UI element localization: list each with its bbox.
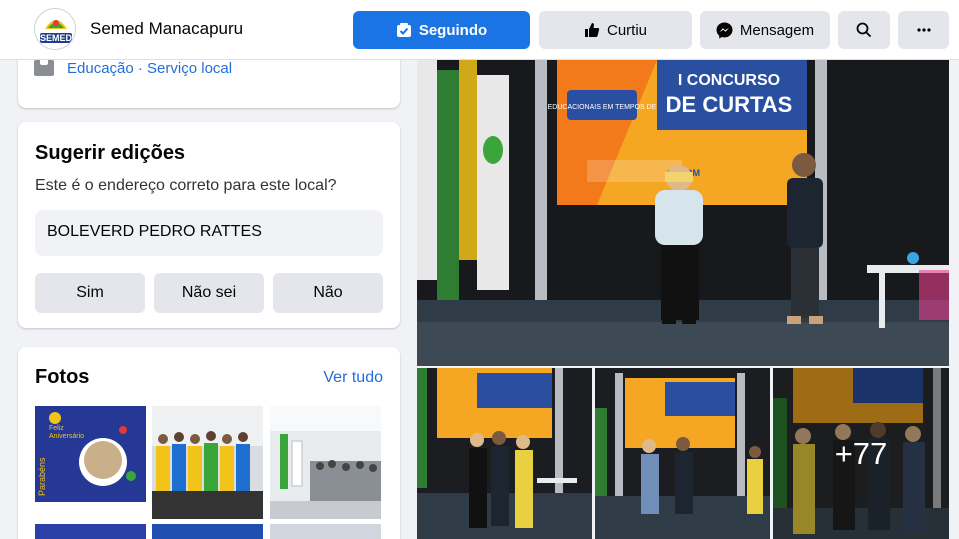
svg-text:DE CURTAS: DE CURTAS bbox=[666, 92, 793, 117]
more-photos-overlay[interactable]: +77 bbox=[773, 368, 949, 539]
stage-photo-image bbox=[595, 368, 770, 539]
answer-yes-button[interactable]: Sim bbox=[35, 273, 145, 313]
ellipsis-icon bbox=[916, 28, 931, 32]
photo-thumbnail[interactable] bbox=[270, 524, 381, 539]
gallery-photo[interactable] bbox=[417, 368, 592, 539]
photo-thumbnail[interactable] bbox=[35, 524, 146, 539]
following-check-icon bbox=[396, 23, 411, 37]
category-link[interactable]: Educação · Serviço local bbox=[67, 60, 232, 77]
photo-thumbnail[interactable] bbox=[152, 524, 263, 539]
more-options-button[interactable] bbox=[898, 11, 949, 49]
photos-title: Fotos bbox=[35, 366, 90, 388]
photos-card: Fotos Ver tudo Feliz Aniversário Parabén… bbox=[18, 347, 400, 539]
page-header-bar: SEMED Semed Manacapuru Seguindo Curtiu M… bbox=[0, 0, 959, 60]
answer-no-button[interactable]: Não bbox=[273, 273, 383, 313]
suggest-edits-title: Sugerir edições bbox=[35, 142, 186, 164]
page-avatar[interactable]: SEMED bbox=[34, 8, 76, 50]
search-icon bbox=[856, 22, 872, 38]
answer-dont-know-button[interactable]: Não sei bbox=[154, 273, 264, 313]
group-photo-image bbox=[152, 406, 263, 519]
svg-text:SEMED: SEMED bbox=[40, 33, 73, 43]
gallery-photo[interactable] bbox=[595, 368, 770, 539]
following-button[interactable]: Seguindo bbox=[353, 11, 530, 49]
svg-text:I CONCURSO: I CONCURSO bbox=[678, 72, 780, 89]
svg-text:Aniversário: Aniversário bbox=[49, 433, 84, 440]
photo-thumbnail[interactable] bbox=[152, 406, 263, 519]
birthday-card-image: Feliz Aniversário Parabéns bbox=[35, 406, 146, 519]
page-name[interactable]: Semed Manacapuru bbox=[90, 19, 243, 39]
liked-button[interactable]: Curtiu bbox=[539, 11, 692, 49]
stage-event-image: I CONCURSO DE CURTAS EDUCACIONAIS EM TEM… bbox=[417, 60, 949, 366]
svg-text:Parabéns: Parabéns bbox=[37, 457, 47, 496]
liked-label: Curtiu bbox=[606, 21, 647, 39]
svg-text:EDUCACIONAIS EM TEMPOS DE: EDUCACIONAIS EM TEMPOS DE bbox=[548, 104, 657, 111]
following-label: Seguindo bbox=[418, 21, 488, 39]
auditorium-photo-image bbox=[270, 406, 381, 519]
see-all-photos-link[interactable]: Ver tudo bbox=[323, 369, 383, 387]
photo-thumbnail[interactable]: Feliz Aniversário Parabéns bbox=[35, 406, 146, 519]
featured-photo[interactable]: I CONCURSO DE CURTAS EDUCACIONAIS EM TEM… bbox=[417, 60, 949, 366]
message-button[interactable]: Mensagem bbox=[700, 11, 830, 49]
svg-text:Feliz: Feliz bbox=[49, 425, 64, 432]
category-icon bbox=[34, 60, 54, 76]
message-label: Mensagem bbox=[739, 21, 815, 39]
stage-photo-image bbox=[417, 368, 592, 539]
gallery-photo-more[interactable]: +77 bbox=[773, 368, 949, 539]
semed-logo-icon: SEMED bbox=[35, 9, 75, 49]
photo-thumbnail[interactable] bbox=[270, 406, 381, 519]
suggest-edits-question: Este é o endereço correto para este loca… bbox=[35, 177, 337, 194]
messenger-icon bbox=[716, 22, 733, 38]
thumbs-up-icon bbox=[584, 23, 600, 37]
search-button[interactable] bbox=[838, 11, 890, 49]
suggest-edits-card: Sugerir edições Este é o endereço corret… bbox=[18, 122, 400, 328]
suggested-address: BOLEVERD PEDRO RATTES bbox=[35, 210, 383, 256]
